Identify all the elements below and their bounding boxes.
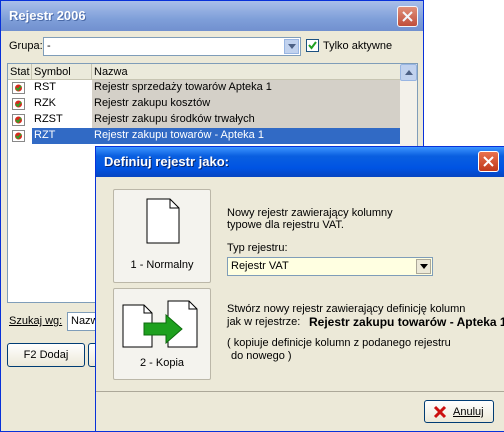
main-titlebar[interactable]: Rejestr 2006 (1, 1, 423, 31)
column-header-name[interactable]: Nazwa (92, 64, 402, 80)
add-button[interactable]: F2 Dodaj (7, 343, 85, 367)
main-close-button[interactable] (397, 6, 418, 27)
copy-description-line2: jak w rejestrze: (227, 316, 301, 328)
close-icon (402, 11, 413, 22)
dialog-titlebar[interactable]: Definiuj rejestr jako: (96, 147, 504, 177)
group-dropdown-button[interactable] (284, 39, 299, 54)
column-header-stat[interactable]: Stat (8, 64, 32, 80)
normal-button-label: 1 - Normalny (130, 259, 194, 271)
table-row-selected[interactable]: RZT Rejestr zakupu towarów - Apteka 1 (8, 128, 400, 144)
register-type-value: Rejestr VAT (231, 260, 289, 272)
dialog-close-button[interactable] (478, 151, 499, 172)
row-name: Rejestr zakupu kosztów (94, 97, 211, 109)
checkmark-icon (308, 41, 317, 50)
dialog-title: Definiuj rejestr jako: (104, 154, 229, 169)
copy-register-button[interactable]: 2 - Kopia (113, 288, 211, 380)
table-row[interactable]: RZK Rejestr zakupu kosztów (8, 96, 400, 112)
close-icon (483, 156, 494, 167)
search-field-select[interactable]: Nazw (67, 312, 99, 331)
red-x-icon (433, 405, 447, 419)
row-symbol: RST (34, 81, 56, 93)
chevron-up-icon (405, 70, 413, 75)
group-select[interactable]: - (43, 37, 301, 56)
table-row[interactable]: RST Rejestr sprzedaży towarów Apteka 1 (8, 80, 400, 96)
chevron-down-icon (288, 44, 296, 49)
status-icon (12, 130, 25, 142)
scroll-up-button[interactable] (400, 64, 417, 81)
copy-source-register[interactable]: Rejestr zakupu towarów - Apteka 1 (309, 315, 504, 329)
copy-documents-icon (122, 300, 198, 348)
row-name: Rejestr zakupu towarów - Apteka 1 (94, 129, 264, 141)
row-symbol: RZK (34, 97, 56, 109)
cancel-button[interactable]: Anuluj (424, 400, 494, 423)
normal-description-line2: typowe dla rejestru VAT. (227, 219, 344, 231)
row-symbol: RZST (34, 113, 63, 125)
define-register-dialog: Definiuj rejestr jako: 1 - Normalny Nowy… (95, 146, 504, 432)
normal-description-line1: Nowy rejestr zawierający kolumny (227, 207, 393, 219)
cancel-button-label: Anuluj (453, 406, 484, 418)
group-select-value: - (47, 40, 51, 52)
status-icon (12, 82, 25, 94)
only-active-checkbox[interactable] (306, 39, 319, 52)
normal-register-button[interactable]: 1 - Normalny (113, 189, 211, 283)
copy-note-line1: ( kopiuje definicje kolumn z podanego re… (227, 337, 451, 349)
copy-description-line1: Stwórz nowy rejestr zawierający definicj… (227, 303, 466, 315)
table-row[interactable]: RZST Rejestr zakupu środków trwałych (8, 112, 400, 128)
copy-button-label: 2 - Kopia (139, 357, 185, 369)
dialog-divider (96, 391, 504, 392)
add-button-label: F2 Dodaj (23, 349, 69, 361)
register-type-label: Typ rejestru: (227, 242, 288, 254)
column-header-symbol[interactable]: Symbol (32, 64, 92, 80)
main-window-title: Rejestr 2006 (9, 8, 86, 23)
row-name: Rejestr sprzedaży towarów Apteka 1 (94, 81, 272, 93)
row-symbol: RZT (34, 129, 56, 141)
chevron-down-icon (420, 264, 428, 269)
document-icon (146, 198, 180, 244)
group-label: Grupa: (9, 40, 43, 52)
search-label: Szukaj wg: (9, 315, 63, 327)
row-name: Rejestr zakupu środków trwałych (94, 113, 255, 125)
register-type-select[interactable]: Rejestr VAT (227, 257, 433, 276)
copy-note-line2: do nowego ) (231, 350, 292, 362)
register-type-dropdown-button[interactable] (416, 259, 431, 274)
status-icon (12, 114, 25, 126)
status-icon (12, 98, 25, 110)
only-active-label: Tylko aktywne (323, 40, 393, 52)
